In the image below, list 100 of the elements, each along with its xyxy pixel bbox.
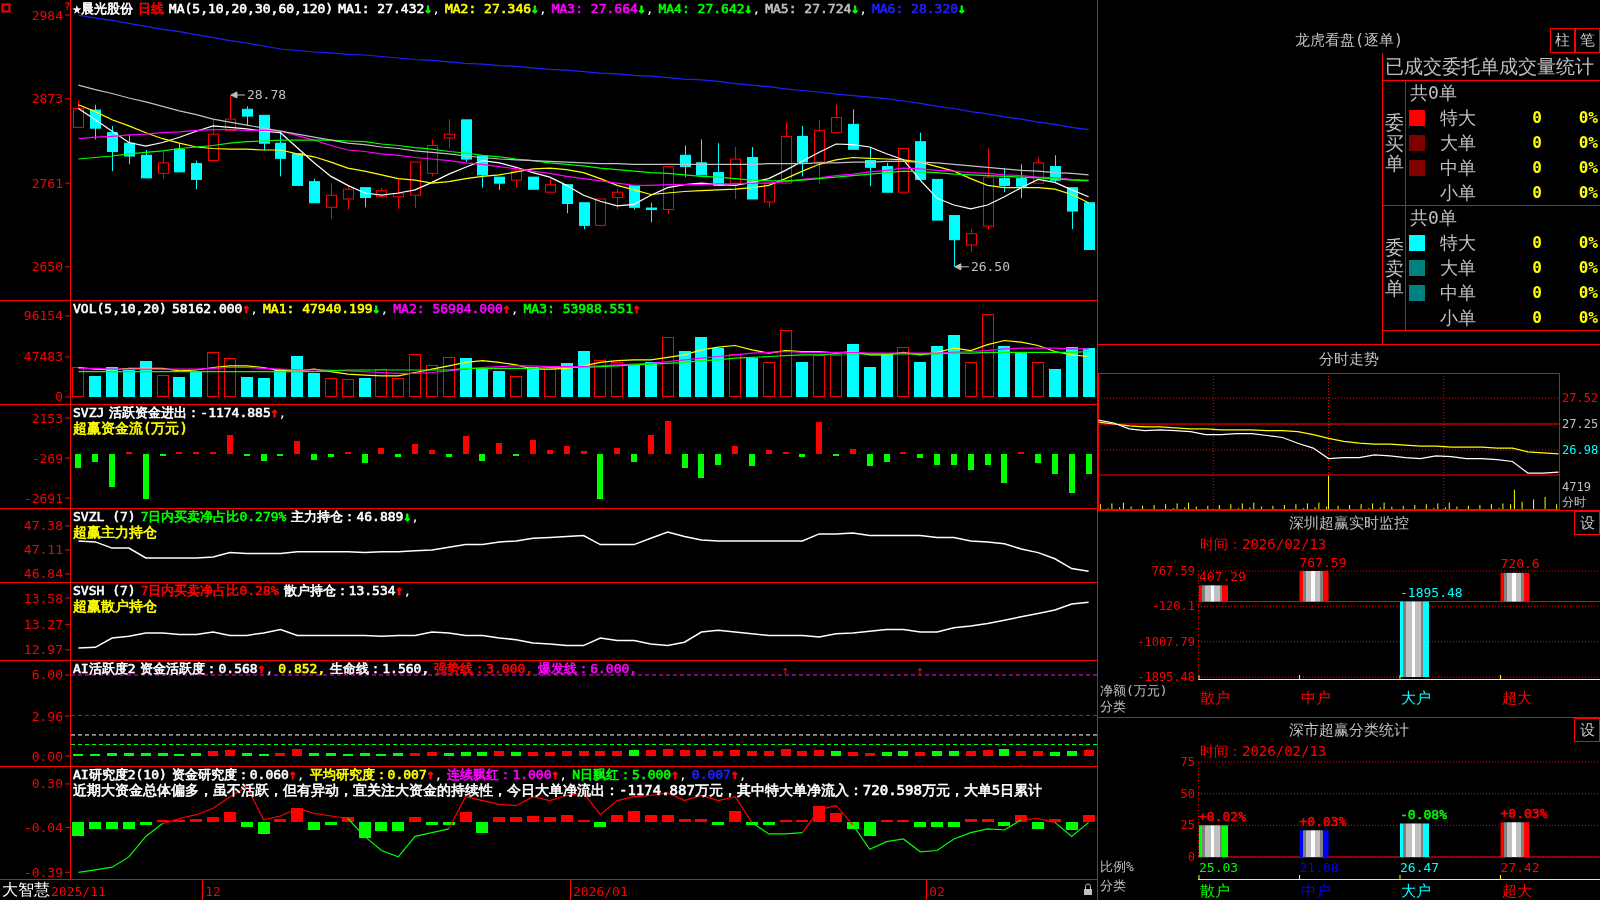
category-label: 超大 bbox=[1501, 689, 1532, 707]
separator: , bbox=[559, 767, 568, 782]
separator: , bbox=[645, 1, 654, 16]
axis-label: 25 bbox=[1180, 818, 1195, 833]
separator: , bbox=[738, 767, 747, 782]
indicator-value: 活跃资金进出：-1174.885 bbox=[109, 405, 271, 420]
axis-label: 12.97 bbox=[23, 642, 63, 658]
order-percent: 0% bbox=[1578, 258, 1598, 277]
date-label: 02 bbox=[929, 883, 945, 899]
category-label: 超大 bbox=[1501, 882, 1532, 900]
group-label: 委卖单 bbox=[1384, 236, 1404, 300]
trend-arrow: ↓ bbox=[744, 1, 753, 16]
trend-arrow: ↑ bbox=[633, 301, 641, 316]
order-size-label: 小单 bbox=[1440, 180, 1476, 205]
indicator-value: MA6: 28.320 bbox=[871, 1, 959, 16]
price-annotation: 28.78 bbox=[246, 87, 287, 103]
axis-label: 13.27 bbox=[23, 616, 63, 632]
axis-label: 767.59 bbox=[1151, 564, 1195, 578]
order-percent: 0% bbox=[1578, 108, 1598, 127]
axis-label: 0.30 bbox=[31, 776, 63, 792]
indicator-name: SVZL (7) bbox=[73, 509, 136, 524]
indicator-value: MA5: 27.724 bbox=[765, 1, 852, 16]
order-size-label: 小单 bbox=[1440, 305, 1476, 330]
indicator-value: MA3: 53988.551 bbox=[523, 301, 634, 316]
axis-label: -2691 bbox=[23, 490, 63, 506]
trend-arrow: ↓ bbox=[372, 301, 381, 316]
order-percent: 0% bbox=[1578, 133, 1598, 152]
category-label: 中户 bbox=[1300, 689, 1331, 707]
trend-arrow: ↑ bbox=[242, 301, 251, 316]
indicator-name: VOL(5,10,20) bbox=[73, 301, 167, 316]
axis-label: -1895.48 bbox=[1137, 670, 1195, 684]
help-marker: ? bbox=[64, 0, 71, 13]
trend-arrow: ↓ bbox=[637, 1, 646, 16]
axis-label: 2873 bbox=[31, 91, 63, 107]
panel-title: 龙虎看盘(逐单) bbox=[1294, 31, 1404, 50]
separator: , bbox=[411, 509, 420, 524]
axis-title: 净额(万元) bbox=[1100, 682, 1168, 698]
axis-label: 6.00 bbox=[31, 667, 63, 683]
order-count: 0 bbox=[1532, 183, 1542, 202]
group-label: 委买单 bbox=[1384, 111, 1404, 175]
order-total: 共0单 bbox=[1410, 206, 1457, 230]
price-label: 27.52 bbox=[1562, 391, 1599, 405]
indicator-value: 强势线：3.000, bbox=[434, 661, 534, 676]
indicator-caption: 超赢主力持仓 bbox=[73, 524, 157, 540]
indicator-caption: 超赢资金流(万元) bbox=[73, 420, 188, 436]
change-label: -0.08% bbox=[1400, 806, 1447, 822]
bar-value-label: 25.03 bbox=[1199, 859, 1239, 875]
order-size-label: 中单 bbox=[1440, 280, 1476, 305]
axis-label: -120.1 bbox=[1151, 599, 1195, 614]
bar-value-label: 21.08 bbox=[1299, 859, 1339, 875]
axis-label: 50 bbox=[1180, 786, 1195, 801]
trend-arrow: ↑ bbox=[502, 301, 511, 316]
indicator-value: 资金活跃度：0.568 bbox=[140, 661, 258, 676]
trend-arrow: ↓ bbox=[403, 509, 412, 524]
chart-mode-label: 分时 bbox=[1562, 495, 1586, 509]
indicator-value: 主力持仓：46.889 bbox=[291, 509, 404, 524]
axis-label: 0 bbox=[55, 389, 63, 405]
category-label: 散户 bbox=[1200, 689, 1230, 707]
trend-arrow: ↑ bbox=[395, 583, 404, 598]
price-label: 26.98 bbox=[1562, 443, 1599, 457]
order-count: 0 bbox=[1532, 158, 1542, 177]
indicator-value: MA2: 56984.000 bbox=[393, 301, 503, 316]
order-percent: 0% bbox=[1578, 158, 1598, 177]
indicator-name: MA(5,10,20,30,60,120) bbox=[168, 1, 334, 16]
trend-arrow: ↑ bbox=[270, 405, 279, 420]
separator: , bbox=[296, 767, 305, 782]
date-label: 12 bbox=[205, 883, 221, 899]
order-count: 0 bbox=[1532, 108, 1542, 127]
indicator-name: SVZJ bbox=[73, 405, 105, 420]
order-count: 0 bbox=[1532, 258, 1542, 277]
price-label: 27.25 bbox=[1562, 417, 1599, 431]
order-size-label: 大单 bbox=[1440, 255, 1476, 280]
order-percent: 0% bbox=[1578, 283, 1598, 302]
category-label: 大户 bbox=[1401, 689, 1431, 707]
indicator-name: SVSH (7) bbox=[73, 583, 136, 598]
axis-label: 47.11 bbox=[23, 542, 63, 558]
indicator-name: AI研究度2(10) bbox=[73, 767, 167, 782]
panel-title: 深市超赢分类统计 bbox=[1289, 720, 1409, 740]
trend-arrow: ↓ bbox=[424, 1, 433, 16]
axis-label: 47.38 bbox=[23, 518, 63, 534]
axis-label: 47483 bbox=[23, 349, 63, 365]
indicator-value: 生命线：1.560, bbox=[330, 661, 430, 676]
indicator-value: 0.007 bbox=[691, 767, 731, 782]
bar-value-label: 26.47 bbox=[1400, 859, 1440, 875]
axis-label: -0.39 bbox=[23, 864, 63, 880]
timestamp-label: 时间：2026/02/13 bbox=[1200, 743, 1327, 759]
indicator-value: 7日内买卖净占比0.279% bbox=[140, 509, 287, 524]
trend-arrow: ↑ bbox=[426, 767, 435, 782]
separator: , bbox=[752, 1, 761, 16]
bar-value-label: 720.6 bbox=[1500, 556, 1540, 572]
axis-label: 13.58 bbox=[23, 590, 63, 606]
signal-arrow: ↑ bbox=[781, 662, 790, 678]
separator: , bbox=[403, 583, 412, 598]
order-total: 共0单 bbox=[1410, 81, 1457, 105]
indicator-value: 平均研究度：0.007 bbox=[309, 767, 427, 782]
indicator-value: MA4: 27.642 bbox=[658, 1, 745, 16]
separator: , bbox=[510, 301, 519, 316]
change-label: +0.02% bbox=[1199, 808, 1246, 824]
stock-name: ★晨光股份 bbox=[73, 1, 133, 16]
indicator-value: MA2: 27.346 bbox=[444, 1, 532, 16]
